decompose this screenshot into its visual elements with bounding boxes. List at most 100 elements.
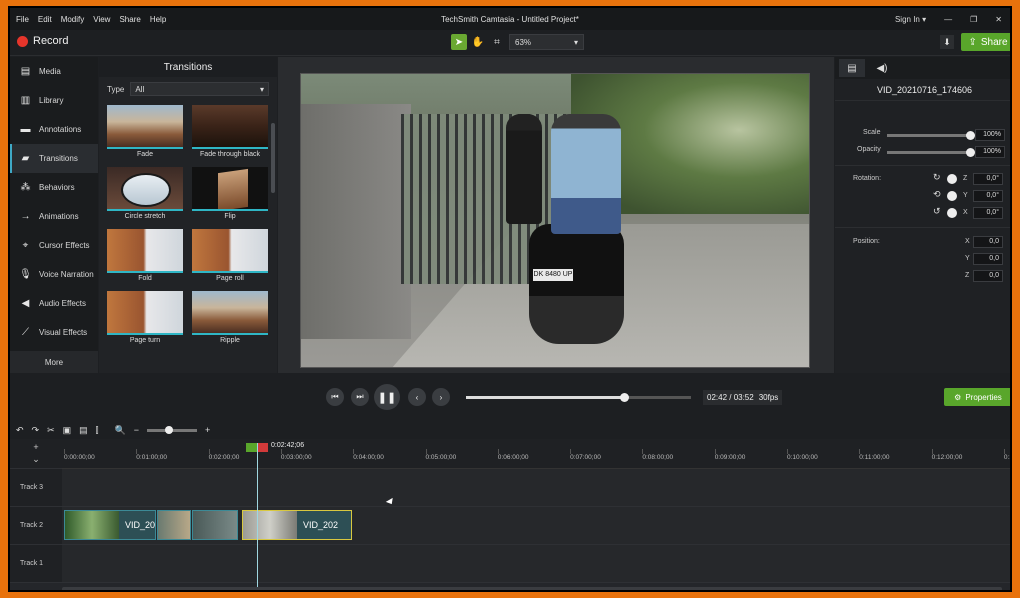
hand-tool-icon[interactable]: ✋ xyxy=(470,34,486,50)
sidebar-item-voice-narration[interactable]: 🎙 Voice Narration xyxy=(10,260,98,289)
zoom-select[interactable]: 63% ▾ xyxy=(509,34,584,50)
rotate-x-dial[interactable] xyxy=(947,208,957,218)
zoom-slider-knob[interactable] xyxy=(165,425,174,434)
menu-help[interactable]: Help xyxy=(150,15,166,24)
opacity-input[interactable]: 100% xyxy=(975,146,1005,158)
sidebar-item-visual-effects[interactable]: ⟋ Visual Effects xyxy=(10,318,98,347)
scale-input[interactable]: 100% xyxy=(975,129,1005,141)
timeline-zoom-slider[interactable] xyxy=(147,425,198,434)
track-1-lane[interactable] xyxy=(62,545,1010,583)
redo-icon[interactable]: ↷ xyxy=(32,425,40,436)
rotate-y-dial[interactable] xyxy=(947,191,957,201)
ruler-tick-label: 0:10:00;00 xyxy=(787,454,818,461)
zoom-out-icon[interactable]: − xyxy=(134,425,139,435)
menu-file[interactable]: File xyxy=(16,15,29,24)
axis-y-label: Y xyxy=(965,255,970,262)
position-x-input[interactable]: 0,0 xyxy=(973,236,1003,248)
main-toolbar: Record ➤ ✋ ⌗ 63% ▾ ⬇ ⇪ Share xyxy=(10,30,1010,56)
scale-slider[interactable] xyxy=(887,131,975,140)
add-track-icon[interactable]: + xyxy=(33,442,38,452)
sidebar-item-behaviors[interactable]: ⁂ Behaviors xyxy=(10,173,98,202)
sign-in-button[interactable]: Sign In ▾ xyxy=(895,15,926,24)
pause-button[interactable]: ❚❚ xyxy=(374,384,400,410)
position-z-input[interactable]: 0,0 xyxy=(973,270,1003,282)
transition-thumbnail xyxy=(192,291,268,335)
wand-icon: ⟋ xyxy=(22,327,29,338)
collapse-tracks-icon[interactable]: ⌄ xyxy=(32,454,40,465)
track-3-header[interactable]: Track 3 xyxy=(10,469,62,507)
opacity-slider[interactable] xyxy=(887,148,975,157)
app-window: File Edit Modify View Share Help TechSmi… xyxy=(8,6,1012,592)
undo-icon[interactable]: ↶ xyxy=(16,425,24,436)
selected-media-clip[interactable]: VID_202 xyxy=(242,510,352,540)
properties-button[interactable]: ⚙ Properties xyxy=(944,388,1010,406)
transition-ripple[interactable]: Ripple xyxy=(192,291,268,348)
download-icon[interactable]: ⬇ xyxy=(940,35,954,49)
menu-edit[interactable]: Edit xyxy=(38,15,52,24)
sidebar-item-label: Behaviors xyxy=(39,183,75,192)
sidebar-item-audio-effects[interactable]: ◀ Audio Effects xyxy=(10,289,98,318)
transition-fade-through-black[interactable]: Fade through black xyxy=(192,105,268,162)
track-2-lane[interactable]: VID_20 VID_202 xyxy=(62,507,1010,545)
scale-slider-knob[interactable] xyxy=(966,131,975,140)
paste-icon[interactable]: ▤ xyxy=(79,425,88,436)
rotation-z-input[interactable]: 0,0° xyxy=(973,173,1003,185)
sidebar-item-cursor-effects[interactable]: ⌖ Cursor Effects xyxy=(10,231,98,260)
step-back-icon[interactable]: ⏮ xyxy=(326,388,344,406)
media-clip[interactable]: VID_20 xyxy=(64,510,156,540)
menu-view[interactable]: View xyxy=(93,15,110,24)
audio-properties-tab[interactable]: ◀) xyxy=(869,59,895,77)
rotation-x-input[interactable]: 0,0° xyxy=(973,207,1003,219)
transition-fade[interactable]: Fade xyxy=(107,105,183,162)
position-y-input[interactable]: 0,0 xyxy=(973,253,1003,265)
axis-z-label: Z xyxy=(965,272,970,279)
record-label: Record xyxy=(33,35,69,47)
zoom-value: 63% xyxy=(515,37,532,47)
rotation-y-input[interactable]: 0,0° xyxy=(973,190,1003,202)
sidebar-item-transitions[interactable]: ▰ Transitions xyxy=(10,144,98,173)
track-1-header[interactable]: Track 1 xyxy=(10,545,62,583)
fps-label: 30fps xyxy=(758,393,779,402)
minimize-icon[interactable]: — xyxy=(944,15,952,24)
playback-scrubber[interactable] xyxy=(466,393,691,402)
arrow-tool-icon[interactable]: ➤ xyxy=(451,34,467,50)
timeline-scrollbar[interactable] xyxy=(62,587,1002,590)
transition-fold[interactable]: Fold xyxy=(107,229,183,286)
time-ruler[interactable]: 0:00:00;00 0:01:00;00 0:02:00;00 0:03:00;00… xyxy=(62,439,1010,469)
cut-icon[interactable]: ✂ xyxy=(47,425,55,436)
track-2-header[interactable]: Track 2 xyxy=(10,507,62,545)
transition-circle-stretch[interactable]: Circle stretch xyxy=(107,167,183,224)
rotate-z-dial[interactable] xyxy=(947,174,957,184)
visual-properties-tab[interactable]: ▤ xyxy=(839,59,865,77)
video-canvas[interactable]: DK 8480 UP xyxy=(300,73,810,368)
transition-flip[interactable]: Flip xyxy=(192,167,268,224)
split-icon[interactable]: ⫿ xyxy=(96,425,99,436)
scrubber-knob[interactable] xyxy=(619,393,629,402)
media-clip[interactable] xyxy=(192,510,238,540)
sidebar-item-annotations[interactable]: ▬ Annotations xyxy=(10,115,98,144)
restore-icon[interactable]: ❐ xyxy=(970,15,977,24)
panel-scrollbar[interactable] xyxy=(271,123,275,193)
opacity-slider-knob[interactable] xyxy=(966,148,975,157)
track-3-lane[interactable] xyxy=(62,469,1010,507)
sidebar-item-media[interactable]: ▤ Media xyxy=(10,57,98,86)
more-button[interactable]: More xyxy=(10,351,98,373)
step-forward-icon[interactable]: ⏭ xyxy=(351,388,369,406)
menu-modify[interactable]: Modify xyxy=(61,15,85,24)
transition-page-turn[interactable]: Page turn xyxy=(107,291,183,348)
record-button[interactable]: Record xyxy=(17,35,68,47)
crop-tool-icon[interactable]: ⌗ xyxy=(489,34,505,50)
media-clip[interactable] xyxy=(157,510,191,540)
menu-share[interactable]: Share xyxy=(119,15,140,24)
close-icon[interactable]: ✕ xyxy=(995,15,1002,24)
sidebar-item-library[interactable]: ▥ Library xyxy=(10,86,98,115)
previous-icon[interactable]: ‹ xyxy=(408,388,426,406)
next-icon[interactable]: › xyxy=(432,388,450,406)
sidebar-item-animations[interactable]: → Animations xyxy=(10,202,98,231)
type-select[interactable]: All ▾ xyxy=(130,82,269,96)
copy-icon[interactable]: ▣ xyxy=(63,425,72,436)
transition-page-roll[interactable]: Page roll xyxy=(192,229,268,286)
playhead-line[interactable] xyxy=(257,443,258,590)
share-button[interactable]: ⇪ Share xyxy=(961,33,1010,51)
zoom-in-icon[interactable]: + xyxy=(205,425,210,435)
